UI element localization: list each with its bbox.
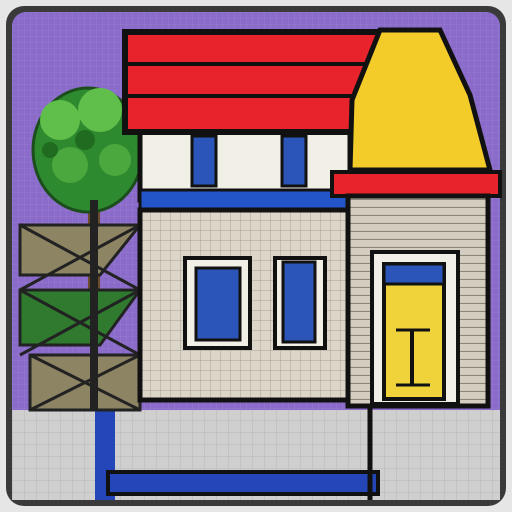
house-illustration [0, 0, 512, 512]
pavement [12, 405, 500, 500]
yellow-door [370, 250, 460, 406]
red-roof [122, 29, 383, 135]
fence [18, 200, 144, 412]
